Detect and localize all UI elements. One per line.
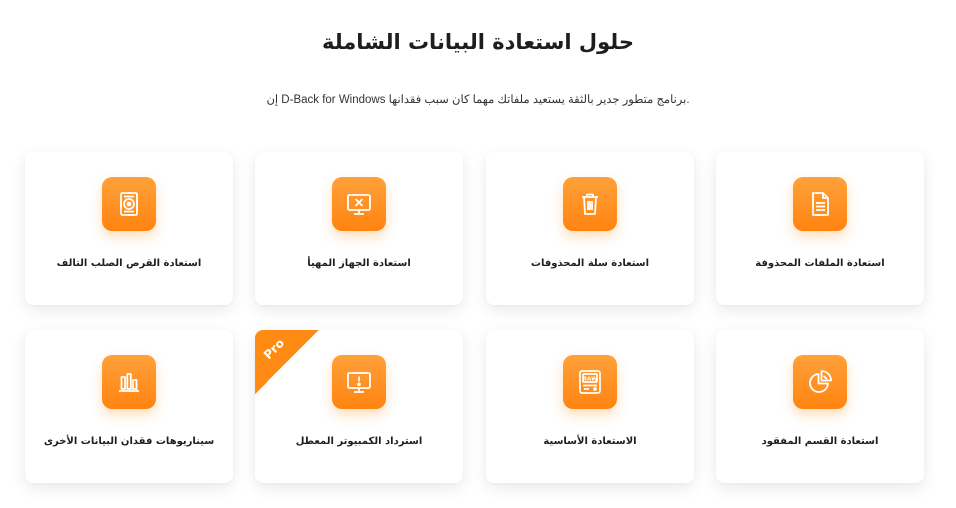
card-crashed-computer-recovery[interactable]: Pro استرداد الكمبيوتر المعطل — [255, 330, 463, 483]
bar-chart-icon — [102, 355, 156, 409]
card-label: استعادة الملفات المحذوفة — [755, 258, 885, 269]
card-label: استعادة القسم المفقود — [761, 436, 879, 447]
page-title: حلول استعادة البيانات الشاملة — [322, 30, 634, 54]
card-label: استعادة سلة المحذوفات — [530, 258, 650, 269]
pro-badge-text: Pro — [260, 335, 288, 363]
monitor-x-icon — [332, 177, 386, 231]
card-deleted-files-recovery[interactable]: استعادة الملفات المحذوفة — [716, 152, 924, 305]
card-label: الاستعادة الأساسية — [543, 436, 637, 447]
card-raw-recovery[interactable]: RAW الاستعادة الأساسية — [486, 330, 694, 483]
raw-drive-icon: RAW — [563, 355, 617, 409]
card-other-data-loss-scenarios[interactable]: سيناريوهات فقدان البيانات الأخرى — [25, 330, 233, 483]
card-label: استعادة القرص الصلب التالف — [56, 258, 202, 269]
page-subtitle: إن D-Back for Windows برنامج متطور جدير … — [266, 94, 690, 106]
card-lost-partition-recovery[interactable]: استعادة القسم المفقود — [716, 330, 924, 483]
card-label: استعادة الجهاز المهيأ — [307, 258, 411, 269]
card-label: استرداد الكمبيوتر المعطل — [295, 436, 423, 447]
card-damaged-hard-drive-recovery[interactable]: استعادة القرص الصلب التالف — [25, 152, 233, 305]
pie-chart-icon — [793, 355, 847, 409]
card-label: سيناريوهات فقدان البيانات الأخرى — [43, 436, 215, 447]
pro-badge: Pro — [255, 330, 319, 394]
svg-text:RAW: RAW — [583, 377, 598, 383]
trash-icon — [563, 177, 617, 231]
hard-drive-icon — [102, 177, 156, 231]
card-formatted-device-recovery[interactable]: استعادة الجهاز المهيأ — [255, 152, 463, 305]
document-icon — [793, 177, 847, 231]
monitor-alert-icon — [332, 355, 386, 409]
card-recycle-bin-recovery[interactable]: استعادة سلة المحذوفات — [486, 152, 694, 305]
